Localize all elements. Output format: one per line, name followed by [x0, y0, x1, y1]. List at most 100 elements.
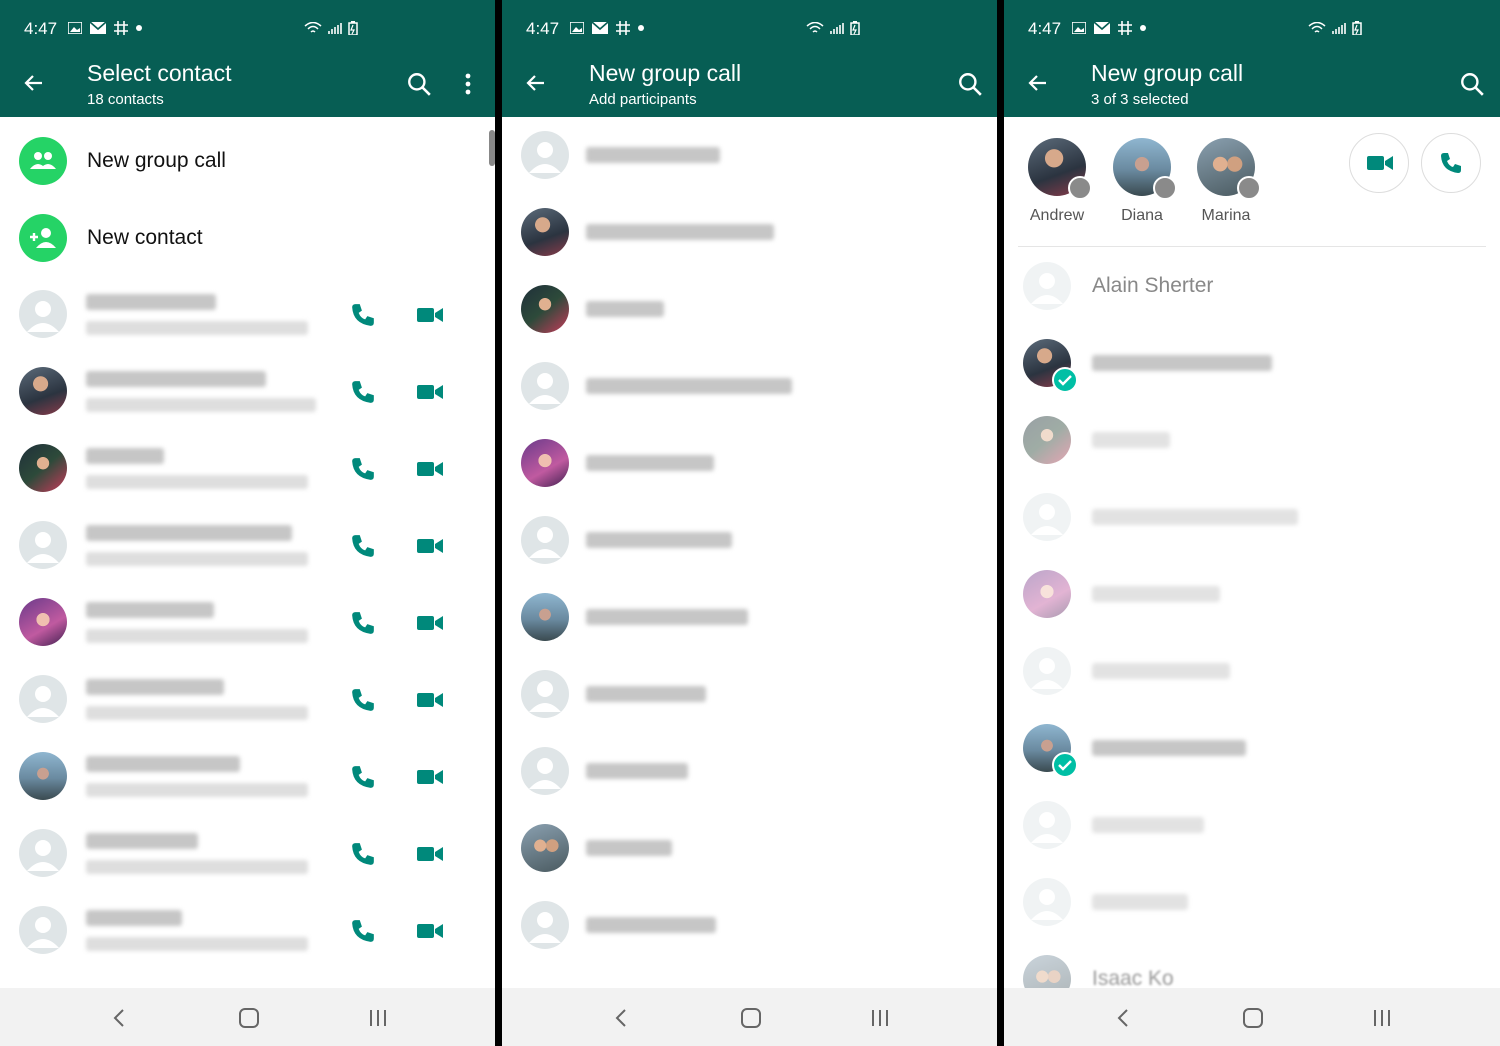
participant-row[interactable] [502, 425, 997, 502]
contact-select-row[interactable] [1004, 325, 1500, 402]
nav-recents-icon[interactable] [366, 1006, 390, 1030]
participant-row[interactable] [502, 810, 997, 887]
contact-select-row[interactable] [1004, 633, 1500, 710]
contact-select-row[interactable] [1004, 710, 1500, 787]
participant-row[interactable] [502, 656, 997, 733]
nav-back-icon[interactable] [1112, 1006, 1136, 1030]
participant-row[interactable] [502, 502, 997, 579]
nav-bar [1004, 988, 1500, 1046]
avatar [19, 444, 67, 492]
phone-icon[interactable] [350, 764, 376, 790]
nav-back-icon[interactable] [610, 1006, 634, 1030]
contact-name-blurred [86, 448, 164, 464]
status-bar: 4:47 [502, 0, 997, 50]
video-icon[interactable] [416, 614, 444, 632]
video-icon[interactable] [416, 306, 444, 324]
nav-recents-icon[interactable] [868, 1006, 892, 1030]
search-icon[interactable] [406, 71, 432, 97]
chip-label: Andrew [1029, 207, 1085, 224]
contact-row[interactable] [0, 276, 495, 353]
group-icon [19, 137, 67, 185]
phone-icon[interactable] [350, 841, 376, 867]
check-icon [1052, 367, 1078, 393]
nav-home-icon[interactable] [237, 1006, 261, 1030]
contact-row[interactable] [0, 353, 495, 430]
remove-icon[interactable] [1153, 176, 1177, 200]
contact-row[interactable] [0, 430, 495, 507]
back-arrow-icon[interactable] [22, 71, 46, 95]
remove-icon[interactable] [1068, 176, 1092, 200]
participant-row[interactable] [502, 348, 997, 425]
video-icon[interactable] [416, 383, 444, 401]
new-contact-item[interactable]: New contact [0, 199, 495, 276]
avatar [521, 439, 569, 487]
notification-icons [570, 21, 644, 35]
scrollbar[interactable] [489, 130, 495, 166]
contact-status-blurred [86, 475, 308, 489]
video-icon [1367, 156, 1393, 170]
back-arrow-icon[interactable] [524, 71, 548, 95]
nav-home-icon[interactable] [739, 1006, 763, 1030]
search-icon[interactable] [1459, 71, 1485, 97]
add-participants-screen: 4:47 New group call Add participants [502, 0, 997, 1046]
contact-name-blurred [1092, 586, 1220, 602]
contact-select-row[interactable] [1004, 479, 1500, 556]
phone-icon[interactable] [350, 687, 376, 713]
phone-icon[interactable] [350, 302, 376, 328]
video-icon[interactable] [416, 922, 444, 940]
participant-row[interactable] [502, 117, 997, 194]
video-icon[interactable] [416, 768, 444, 786]
avatar [19, 598, 67, 646]
participant-row[interactable] [502, 733, 997, 810]
contact-select-row[interactable] [1004, 787, 1500, 864]
video-icon[interactable] [416, 460, 444, 478]
nav-home-icon[interactable] [1241, 1006, 1265, 1030]
selected-chip-andrew[interactable]: Andrew [1027, 138, 1092, 225]
participant-row[interactable] [502, 887, 997, 964]
contact-select-row[interactable] [1004, 864, 1500, 941]
contact-name-blurred [1092, 817, 1204, 833]
more-vert-icon[interactable] [460, 72, 476, 96]
remove-icon[interactable] [1237, 176, 1261, 200]
selected-chip-diana[interactable]: Diana [1112, 138, 1177, 225]
participant-row[interactable] [502, 271, 997, 348]
phone-icon[interactable] [350, 610, 376, 636]
new-group-call-item[interactable]: New group call [0, 122, 495, 199]
phone-icon[interactable] [350, 533, 376, 559]
slack-icon [114, 21, 128, 35]
contact-row[interactable] [0, 507, 495, 584]
contact-row[interactable] [0, 892, 495, 969]
contact-name-blurred [1092, 894, 1188, 910]
avatar [19, 752, 67, 800]
phone-icon[interactable] [350, 379, 376, 405]
start-video-call-button[interactable] [1349, 133, 1409, 193]
phone-icon[interactable] [350, 456, 376, 482]
back-arrow-icon[interactable] [1026, 71, 1050, 95]
contact-row[interactable] [0, 815, 495, 892]
video-icon[interactable] [416, 691, 444, 709]
phone-icon[interactable] [350, 918, 376, 944]
participant-row[interactable] [502, 194, 997, 271]
participant-name-blurred [586, 224, 774, 240]
avatar [521, 824, 569, 872]
contact-select-row[interactable] [1004, 402, 1500, 479]
app-bar: New group call 3 of 3 selected [1004, 50, 1500, 117]
avatar [1113, 138, 1177, 200]
notification-icons [1072, 21, 1146, 35]
video-icon[interactable] [416, 537, 444, 555]
nav-back-icon[interactable] [108, 1006, 132, 1030]
nav-recents-icon[interactable] [1370, 1006, 1394, 1030]
contact-select-row[interactable] [1004, 556, 1500, 633]
search-icon[interactable] [957, 71, 983, 97]
selected-chip-marina[interactable]: Marina [1196, 138, 1261, 225]
contact-row[interactable] [0, 584, 495, 661]
start-voice-call-button[interactable] [1421, 133, 1481, 193]
participant-name-blurred [586, 455, 714, 471]
participant-name-blurred [586, 378, 792, 394]
video-icon[interactable] [416, 845, 444, 863]
contact-row[interactable] [0, 661, 495, 738]
participant-row[interactable] [502, 579, 997, 656]
contact-select-row[interactable]: Alain Sherter [1004, 248, 1500, 325]
contact-row[interactable] [0, 738, 495, 815]
contact-name-blurred [1092, 509, 1298, 525]
